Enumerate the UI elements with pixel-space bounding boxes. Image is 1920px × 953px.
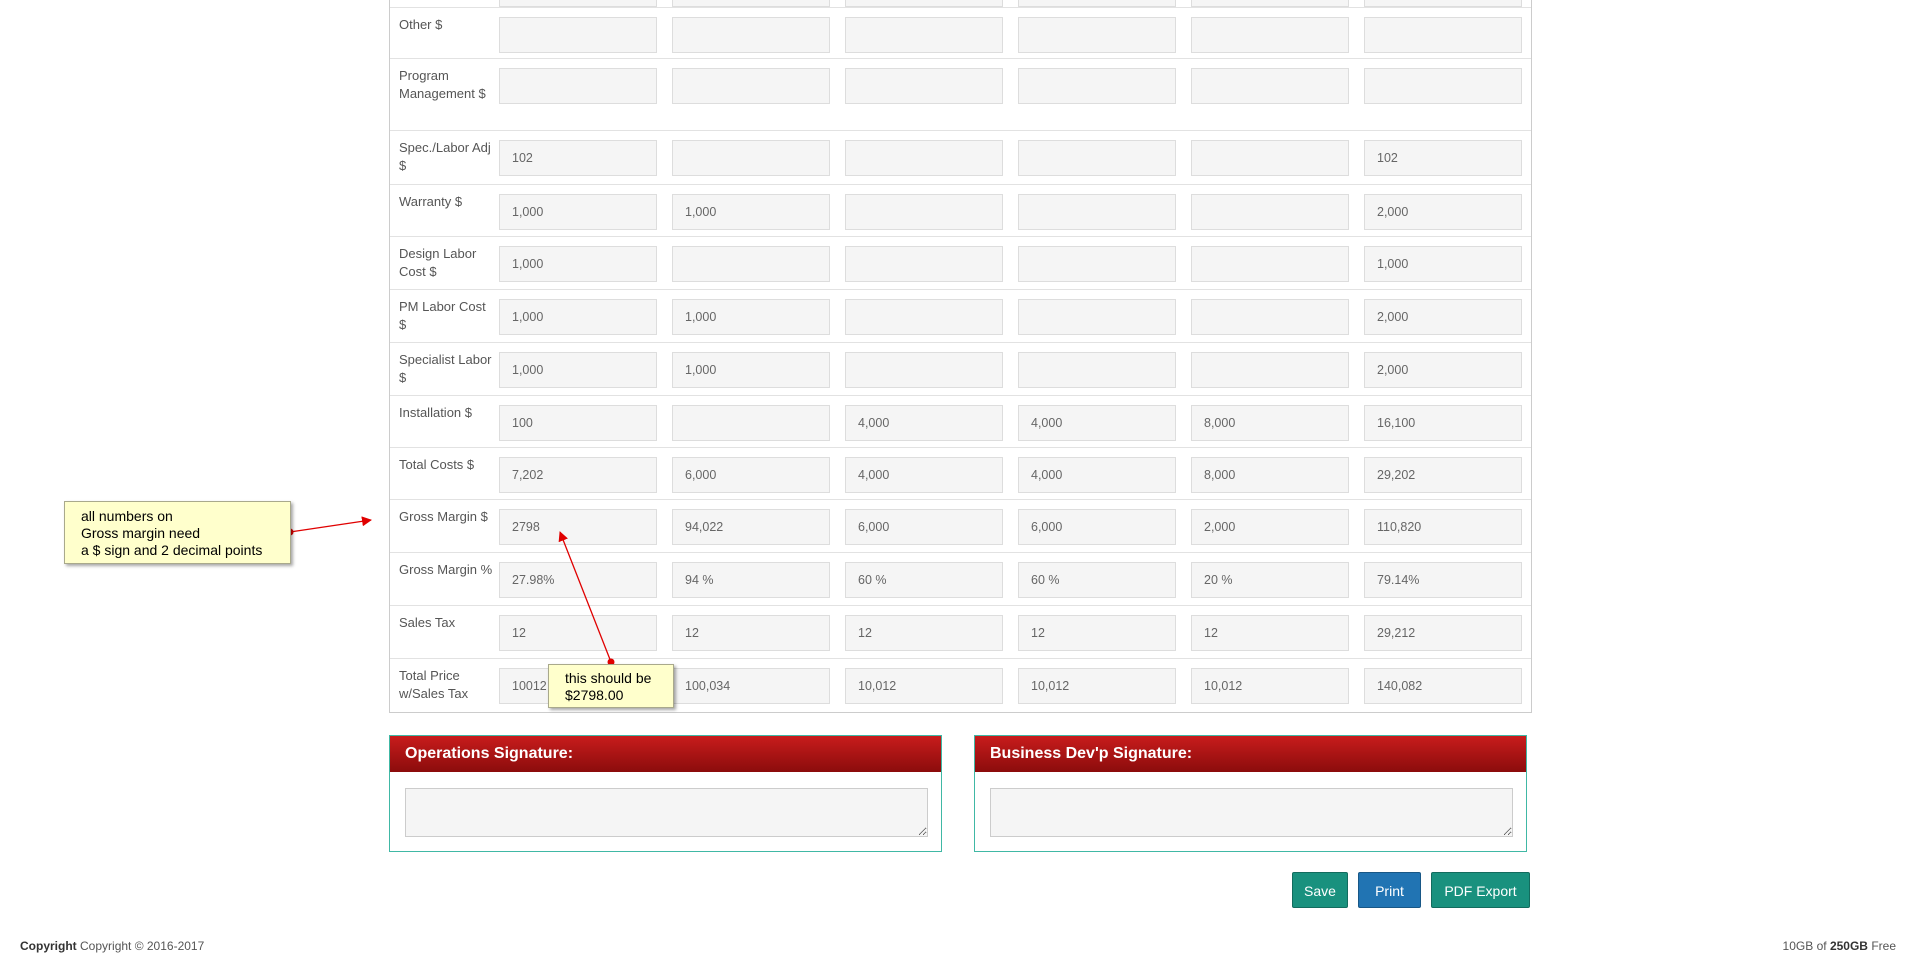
annotation-note-line: a $ sign and 2 decimal points <box>81 542 263 558</box>
operations-signature-title: Operations Signature: <box>390 736 941 772</box>
annotation-note-line: this should be <box>565 670 652 686</box>
save-button[interactable]: Save <box>1292 872 1348 908</box>
storage-suffix: Free <box>1871 939 1896 953</box>
footer-copyright-text: Copyright © 2016-2017 <box>80 939 205 953</box>
storage-of: of <box>1816 939 1827 953</box>
footer-copyright: Copyright Copyright © 2016-2017 <box>20 939 204 953</box>
annotation-arrows <box>286 516 615 666</box>
storage-total: 250GB <box>1829 939 1868 953</box>
annotation-note-line: Gross margin need <box>81 525 201 541</box>
business-signature-title: Business Dev'p Signature: <box>975 736 1526 772</box>
print-button[interactable]: Print <box>1358 872 1421 908</box>
annotation-note-gross-margin: all numbers on Gross margin need a $ sig… <box>64 501 291 564</box>
annotation-note-line: all numbers on <box>81 508 173 524</box>
annotation-note-value: this should be $2798.00 <box>548 664 674 708</box>
footer-copyright-label: Copyright <box>20 939 77 953</box>
operations-signature-panel: Operations Signature: <box>389 735 942 852</box>
pdf-export-button[interactable]: PDF Export <box>1431 872 1530 908</box>
operations-signature-field[interactable] <box>405 788 928 837</box>
annotation-arrow-1 <box>289 516 372 533</box>
business-signature-panel: Business Dev'p Signature: <box>974 735 1527 852</box>
annotation-note-line: $2798.00 <box>565 687 624 703</box>
annotation-arrow-2 <box>558 531 612 663</box>
business-signature-field[interactable] <box>990 788 1513 837</box>
storage-used: 10GB <box>1782 939 1814 953</box>
footer-storage: 10GB of 250GB Free <box>1783 939 1896 953</box>
